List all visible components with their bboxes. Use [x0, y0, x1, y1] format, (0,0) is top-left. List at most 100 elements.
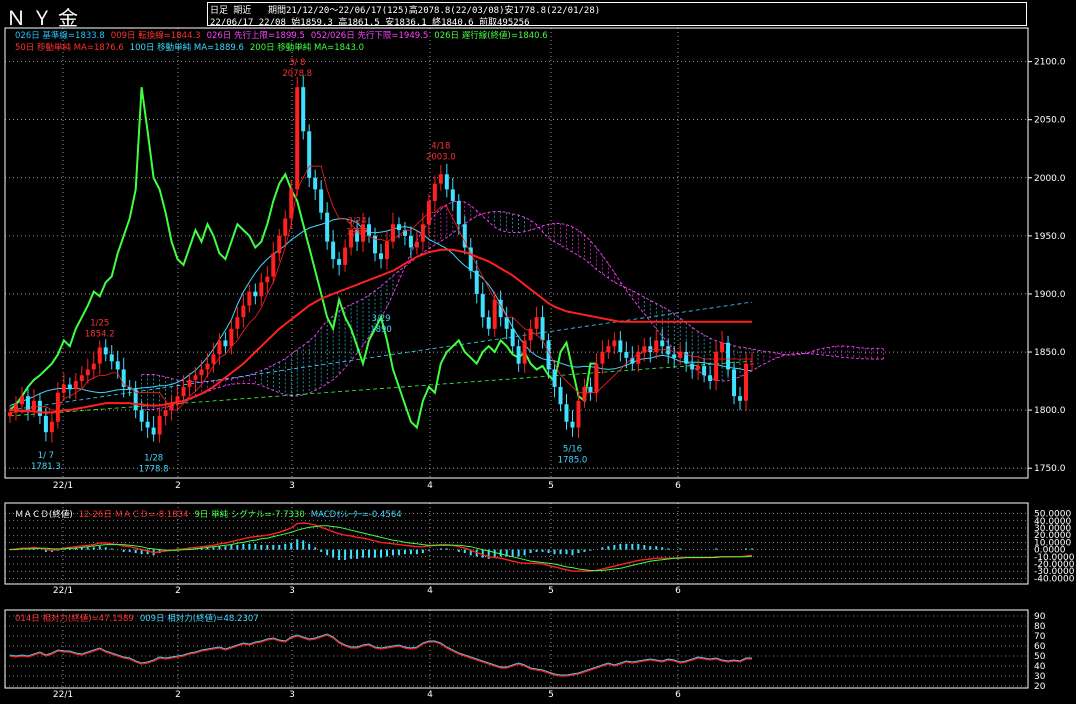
date-tick-label: 4	[427, 586, 433, 596]
macd-tick-label: -40.0000	[1034, 574, 1075, 584]
annotation-value: 1785.0	[558, 456, 588, 466]
ichimoku-cloud	[141, 201, 884, 410]
date-tick-label: 3	[289, 481, 295, 491]
date-tick-label: 2	[175, 481, 181, 491]
candle-body	[420, 224, 425, 242]
annotation-value: 1781.3	[31, 462, 61, 472]
candle-body	[516, 346, 521, 364]
senkou-span-a-line	[141, 200, 884, 410]
candle-body	[444, 174, 449, 190]
candle-body	[163, 410, 168, 416]
annotation-value: 1778.8	[139, 465, 169, 475]
annotation-value: 2003.0	[426, 152, 456, 162]
candle-body	[474, 270, 479, 294]
candle-body	[319, 189, 324, 213]
date-tick-label: 6	[675, 690, 681, 700]
date-tick-label: 5	[548, 481, 554, 491]
ma-legend-item: 200日 移動単純 MA=1843.0	[250, 42, 364, 53]
candle-body	[690, 363, 695, 370]
candle-body	[696, 365, 701, 370]
date-tick-label: 5	[548, 586, 554, 596]
candle-body	[624, 352, 629, 358]
ichimoku-legend-item: 026日 先行上限=1899.5	[207, 30, 305, 41]
candle-body	[211, 354, 216, 364]
price-tick-label: 1800.0	[1034, 406, 1066, 416]
candle-body	[612, 340, 617, 347]
rsi14-line	[9, 634, 752, 677]
candle-body	[181, 386, 186, 397]
candle-body	[750, 363, 754, 365]
candle-body	[199, 369, 204, 376]
tenkan-line	[10, 165, 752, 413]
candle-body	[588, 386, 593, 393]
candle-body	[582, 386, 587, 401]
candle-body	[145, 421, 150, 428]
candle-body	[265, 276, 270, 283]
rsi-tick-label: 40	[1034, 662, 1046, 672]
candle-body	[115, 361, 120, 370]
price-panel	[4, 27, 1029, 479]
candle-body	[229, 328, 234, 347]
candle-body	[247, 291, 252, 306]
price-tick-label: 1850.0	[1034, 348, 1066, 358]
rsi9-line	[9, 633, 752, 676]
annotation-value: 1987	[346, 228, 368, 238]
price-tick-label: 1900.0	[1034, 290, 1066, 300]
chart-canvas: 2100.0 2050.0 2000.0 1950.0 1900.0 1850.0 1800…	[4, 27, 1075, 700]
candle-body	[49, 421, 54, 433]
annotation-date: 5/16	[563, 445, 582, 455]
candle-body	[600, 352, 605, 364]
candle-body	[576, 400, 581, 428]
price-tick-label: 2050.0	[1034, 116, 1066, 126]
candle-body	[714, 352, 719, 382]
candle-body	[295, 87, 300, 190]
rsi-tick-label: 80	[1034, 622, 1046, 632]
candle-body	[660, 340, 665, 347]
ichimoku-legend-item: 009日 転換線=1844.3	[111, 30, 201, 41]
candle-body	[618, 340, 623, 353]
rsi-tick-label: 50	[1034, 652, 1046, 662]
candle-body	[331, 241, 336, 260]
candle-body	[19, 396, 24, 405]
candle-body	[73, 381, 78, 390]
rsi-tick-label: 90	[1034, 612, 1046, 622]
candle-body	[205, 363, 210, 370]
candle-body	[594, 363, 599, 393]
candle-body	[61, 384, 66, 393]
ichimoku-legend-item: 052/026日 先行下限=1949.5	[311, 30, 428, 41]
candle-body	[91, 363, 96, 370]
annotation-date: 1/28	[144, 454, 163, 464]
candle-body	[384, 241, 389, 260]
candle-body	[702, 365, 707, 376]
candle-body	[217, 340, 222, 355]
candle-body	[486, 317, 491, 329]
candle-body	[672, 354, 677, 358]
price-tick-label: 1750.0	[1034, 464, 1066, 474]
candle-body	[540, 317, 545, 341]
candle-body	[396, 224, 401, 231]
candle-body	[223, 340, 228, 347]
price-tick-label: 2100.0	[1034, 58, 1066, 68]
candle-body	[97, 347, 102, 364]
candle-body	[456, 201, 461, 225]
candle-body	[408, 235, 413, 248]
ma200-line	[9, 360, 753, 417]
candle-body	[522, 340, 527, 364]
candle-body	[744, 363, 749, 401]
ma-legend-item: 100日 移動単純 MA=1889.6	[130, 42, 244, 53]
candle-body	[648, 346, 653, 353]
candle-body	[139, 410, 144, 422]
date-tick-label: 2	[175, 586, 181, 596]
candle-body	[450, 189, 455, 202]
candle-body	[414, 241, 419, 248]
candle-body	[504, 317, 509, 329]
candle-body	[79, 375, 84, 382]
ichimoku-legend-item: 026日 基準線=1833.8	[15, 30, 105, 41]
date-tick-label: 5	[548, 690, 554, 700]
rsi-tick-label: 60	[1034, 642, 1046, 652]
date-tick-label: 4	[427, 481, 433, 491]
ichimoku-legend-item: 026日 遅行線(終値)=1840.6	[434, 30, 547, 41]
candle-body	[109, 354, 114, 362]
candle-body	[510, 328, 515, 347]
candle-body	[606, 346, 611, 353]
